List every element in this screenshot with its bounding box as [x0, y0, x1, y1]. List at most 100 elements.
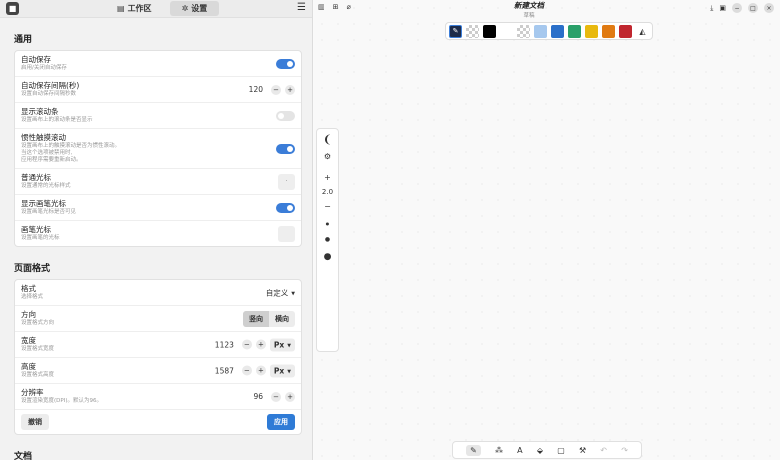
tab-settings[interactable]: ✲ 设置	[169, 1, 220, 16]
apply-button[interactable]: 应用	[267, 414, 295, 430]
inertia-scroll-toggle[interactable]	[276, 143, 295, 154]
color-swatch-white[interactable]	[500, 24, 513, 38]
link-icon[interactable]: ⌀	[347, 3, 351, 11]
minus-button[interactable]: −	[271, 391, 281, 402]
color-swatch-light-blue[interactable]	[534, 24, 547, 38]
minus-button[interactable]: −	[241, 365, 252, 376]
width-unit-dropdown[interactable]: Px ▾	[269, 338, 295, 351]
minus-button[interactable]: −	[241, 339, 252, 350]
tab-workspace[interactable]: ▤ 工作区	[105, 1, 164, 16]
pen-color-icon[interactable]: ✎	[449, 24, 462, 38]
brush-tool-panel: ❨ ⚙ + 2.0 − ● ● ●	[316, 128, 339, 352]
color-swatch-black[interactable]	[483, 24, 496, 38]
tools-wrench-icon[interactable]: ⚒	[579, 446, 586, 455]
setting-width: 宽度 设置格式宽度 1123 − + Px ▾	[15, 332, 301, 358]
drawing-canvas[interactable]: ▥ ⊞ ⌀ 新建文档 草稿 ⤓ ▣ − □ × ✎ ◭ ❨ ⚙ + 2.0 − …	[314, 0, 780, 460]
setting-normal-cursor: 普通光标 设置通常的光标样式 ·	[15, 169, 301, 195]
setting-desc: 启用/关闭自动保存	[21, 65, 67, 71]
color-swatch-transparent[interactable]	[466, 24, 479, 38]
chevron-down-icon: ▾	[287, 366, 291, 375]
plus-button[interactable]: +	[255, 365, 266, 376]
increase-width-button[interactable]: +	[324, 173, 331, 182]
resolution-value[interactable]: 96	[253, 392, 263, 401]
hamburger-menu-icon[interactable]: ☰	[297, 2, 306, 13]
unit-label: Px	[273, 366, 285, 375]
brush-style-icon[interactable]: ❨	[323, 133, 332, 146]
setting-desc: 设置画笔光标是否可见	[21, 209, 77, 215]
decrease-width-button[interactable]: −	[324, 202, 331, 211]
new-page-icon[interactable]: ⊞	[333, 3, 339, 11]
setting-label: 自动保存	[21, 55, 51, 64]
autosave-toggle[interactable]	[276, 58, 295, 69]
setting-height: 高度 设置格式高度 1587 − + Px ▾	[15, 358, 301, 384]
gear-icon: ✲	[181, 4, 189, 13]
minimize-button[interactable]: −	[732, 3, 742, 13]
tab-settings-label: 设置	[191, 4, 208, 13]
color-swatch-yellow[interactable]	[585, 24, 598, 38]
color-swatch-blue[interactable]	[551, 24, 564, 38]
color-swatch-red[interactable]	[619, 24, 632, 38]
setting-label: 普通光标	[21, 173, 51, 182]
setting-label: 画笔光标	[21, 225, 51, 234]
orientation-landscape[interactable]: 横向	[269, 311, 295, 327]
redo-icon[interactable]: ↷	[621, 446, 628, 455]
orientation-segmented: 竖向 横向	[243, 310, 295, 327]
brush-tool-icon[interactable]: ✎	[466, 444, 481, 456]
fill-bucket-icon[interactable]: ◭	[636, 24, 649, 38]
left-topbar: ■ ▤ 工作区 ✲ 设置 ☰	[0, 0, 312, 18]
plus-button[interactable]: +	[255, 339, 266, 350]
plus-button[interactable]: +	[285, 391, 295, 402]
undo-icon[interactable]: ↶	[600, 446, 607, 455]
setting-label: 显示画笔光标	[21, 199, 66, 208]
height-unit-dropdown[interactable]: Px ▾	[269, 364, 295, 377]
color-swatch-orange[interactable]	[602, 24, 615, 38]
width-value[interactable]: 1123	[215, 340, 234, 349]
color-palette: ✎ ◭	[445, 22, 653, 40]
close-button[interactable]: ×	[764, 3, 774, 13]
brush-settings-icon[interactable]: ⚙	[324, 152, 331, 161]
selector-tool-icon[interactable]: ▢	[557, 446, 565, 455]
setting-show-scrollbar: 显示滚动条 设置画布上的滚动条是否显示	[15, 103, 301, 129]
setting-inertia-scroll: 惯性触摸滚动 设置画布上的触摸滚动是否为惯性滚动。 当这个选项被禁用时, 应用程…	[15, 129, 301, 169]
page-format-actions: 撤销 应用	[15, 410, 301, 434]
workspace-icon: ▤	[117, 4, 125, 13]
save-icon[interactable]: ▣	[719, 4, 726, 12]
setting-desc: 设置通常的光标样式	[21, 183, 71, 189]
document-subtitle: 草稿	[523, 13, 535, 19]
show-brush-cursor-toggle[interactable]	[276, 202, 295, 213]
app-logo-icon[interactable]: ■	[6, 2, 19, 15]
chevron-down-icon: ▾	[287, 340, 291, 349]
plus-button[interactable]: +	[285, 84, 295, 95]
color-swatch-checker[interactable]	[517, 24, 530, 38]
setting-resolution: 分辨率 设置渲染宽度(DPI)。默认为96。 96 − +	[15, 384, 301, 410]
setting-label: 格式	[21, 284, 36, 293]
size-small-icon[interactable]: ●	[326, 221, 330, 226]
autosave-interval-value[interactable]: 120	[249, 85, 263, 94]
setting-autosave: 自动保存 启用/关闭自动保存	[15, 51, 301, 77]
section-page-format-title: 页面格式	[14, 264, 51, 274]
text-tool-icon[interactable]: A	[517, 446, 522, 455]
sidebar-toggle-icon[interactable]: ▥	[318, 3, 325, 11]
orientation-portrait[interactable]: 竖向	[243, 310, 269, 327]
cancel-button[interactable]: 撤销	[21, 414, 49, 430]
shape-tool-icon[interactable]: ⁂	[495, 446, 503, 455]
page-format-card: 格式 选择格式 自定义 ▾ 方向 设置格式方向 竖向 横向 宽度 设置格式宽度 1…	[14, 279, 302, 435]
eraser-tool-icon[interactable]: ⬙	[537, 446, 543, 455]
setting-desc: 选择格式	[21, 294, 44, 300]
setting-desc: 设置画笔的光标	[21, 235, 60, 241]
size-medium-icon[interactable]: ●	[325, 236, 330, 243]
setting-label: 显示滚动条	[21, 107, 59, 116]
section-general-title: 通用	[14, 35, 33, 45]
maximize-button[interactable]: □	[748, 3, 758, 13]
height-value[interactable]: 1587	[215, 366, 234, 375]
format-dropdown[interactable]: 自定义 ▾	[266, 287, 295, 298]
size-large-icon[interactable]: ●	[324, 252, 332, 262]
header-left-icons: ▥ ⊞ ⌀	[318, 3, 351, 11]
minus-button[interactable]: −	[271, 84, 281, 95]
normal-cursor-picker[interactable]: ·	[278, 173, 295, 190]
export-icon[interactable]: ⤓	[710, 4, 713, 13]
section-document-title: 文档	[14, 452, 33, 460]
color-swatch-green[interactable]	[568, 24, 581, 38]
show-scrollbar-toggle[interactable]	[276, 110, 295, 121]
brush-cursor-picker[interactable]	[278, 225, 295, 242]
